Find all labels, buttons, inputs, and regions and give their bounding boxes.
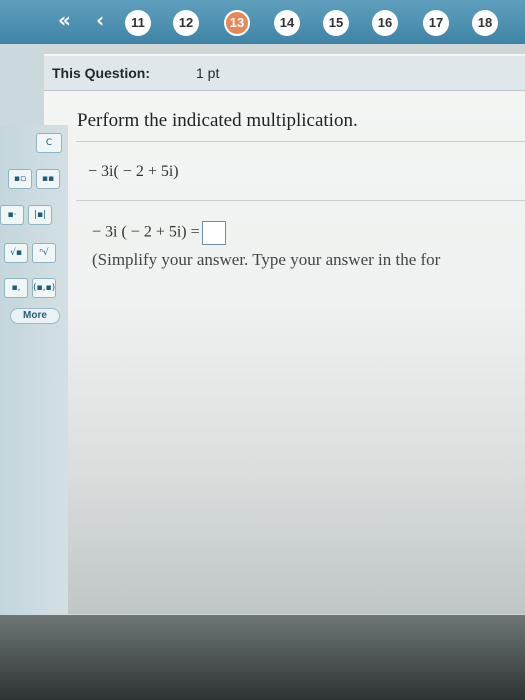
question-17-button[interactable]: 17 bbox=[423, 10, 449, 36]
nth-root-tool-icon[interactable]: ⁿ√ bbox=[32, 243, 56, 263]
question-12-button[interactable]: 12 bbox=[173, 10, 199, 36]
more-tools-button[interactable]: More bbox=[10, 308, 60, 324]
square-root-tool-icon[interactable]: √▪ bbox=[4, 243, 28, 263]
answer-input[interactable] bbox=[201, 221, 226, 245]
screen-bezel bbox=[0, 615, 525, 700]
question-header-label: This Question: bbox=[52, 65, 150, 81]
question-11-button[interactable]: 11 bbox=[125, 10, 151, 36]
divider bbox=[76, 200, 525, 201]
question-header: This Question: 1 pt bbox=[44, 56, 525, 91]
question-13-button[interactable]: 13 bbox=[224, 10, 250, 36]
question-16-button[interactable]: 16 bbox=[372, 10, 398, 36]
answer-prefix: − 3i ( − 2 + 5i) = bbox=[92, 223, 200, 241]
clear-tool-icon[interactable]: C bbox=[36, 133, 62, 153]
question-points: 1 pt bbox=[196, 65, 220, 81]
absolute-value-tool-icon[interactable]: |▪| bbox=[28, 205, 52, 225]
question-panel bbox=[44, 54, 525, 614]
math-tool-palette: C ▪▫ ▪▪ ▪· |▪| √▪ ⁿ√ ▪, (▪,▪) More bbox=[0, 125, 68, 700]
mixed-fraction-tool-icon[interactable]: ▪▪ bbox=[36, 169, 60, 189]
answer-hint: (Simplify your answer. Type your answer … bbox=[92, 250, 441, 269]
question-15-button[interactable]: 15 bbox=[323, 10, 349, 36]
question-18-button[interactable]: 18 bbox=[472, 10, 498, 36]
question-14-button[interactable]: 14 bbox=[274, 10, 300, 36]
answer-line: − 3i ( − 2 + 5i) = bbox=[92, 221, 226, 245]
exponent-tool-icon[interactable]: ▪· bbox=[0, 205, 24, 225]
problem-expression: − 3i( − 2 + 5i) bbox=[88, 163, 179, 180]
previous-question-icon[interactable]: ‹ bbox=[96, 10, 104, 30]
left-edge bbox=[0, 44, 44, 125]
first-question-icon[interactable]: « bbox=[58, 10, 71, 30]
fraction-tool-icon[interactable]: ▪▫ bbox=[8, 169, 32, 189]
question-instruction: Perform the indicated multiplication. bbox=[77, 110, 358, 131]
question-navigation-bar: « ‹ 11 12 13 14 15 16 17 18 bbox=[0, 0, 525, 44]
decimal-tool-icon[interactable]: ▪, bbox=[4, 278, 28, 298]
ordered-pair-tool-icon[interactable]: (▪,▪) bbox=[32, 278, 56, 298]
divider bbox=[76, 141, 525, 142]
